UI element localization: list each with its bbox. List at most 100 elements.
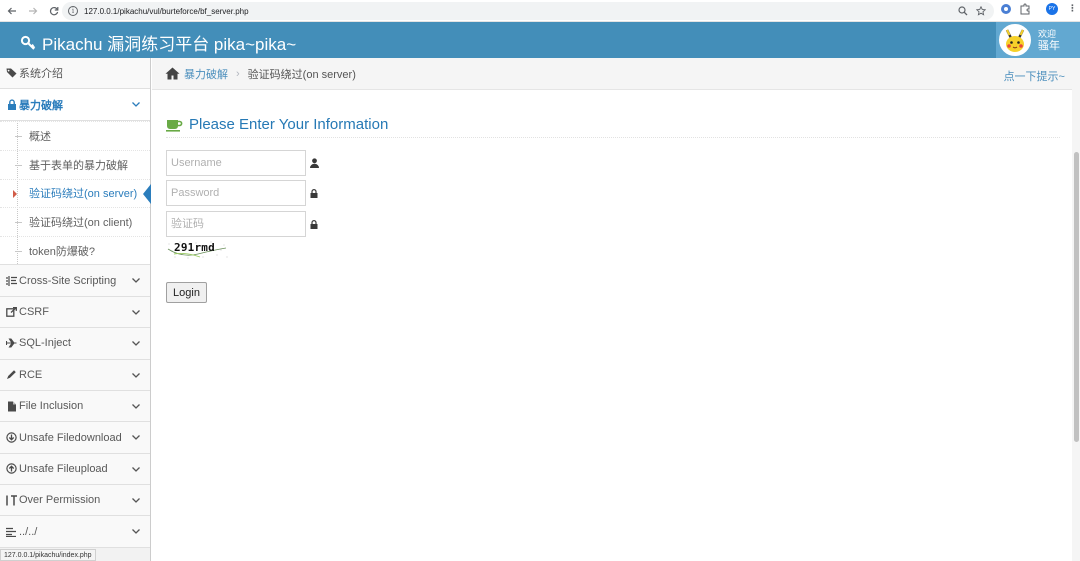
sidebar-item-label: ../../ <box>19 525 38 538</box>
login-button[interactable]: Login <box>166 282 207 303</box>
breadcrumb-current: 验证码绕过(on server) <box>247 68 356 81</box>
tree-dash <box>15 222 22 224</box>
tag-icon <box>5 67 18 79</box>
pikachu-avatar-icon <box>1001 26 1029 54</box>
tree-dash <box>15 164 22 166</box>
breadcrumb-separator: › <box>236 67 240 80</box>
bruteforce-submenu: 概述 基于表单的暴力破解 验证码绕过(on server) 验证码绕过(on c… <box>0 121 151 266</box>
sidebar-subitem-label: 基于表单的暴力破解 <box>29 159 128 172</box>
sidebar-item-file-inclusion[interactable]: File Inclusion <box>0 390 150 423</box>
captcha-input[interactable] <box>166 211 306 237</box>
extensions-button[interactable] <box>1019 3 1031 15</box>
star-icon[interactable] <box>976 6 986 16</box>
zoom-icon[interactable] <box>958 6 968 16</box>
arrow-right-icon <box>29 7 38 14</box>
sidebar-subitem-token[interactable]: token防爆破? <box>0 235 150 265</box>
tree-dash <box>15 250 22 252</box>
arrow-left-icon <box>7 7 16 14</box>
page-scrollbar[interactable] <box>1072 58 1080 561</box>
chevron-down-icon <box>132 372 140 378</box>
browser-toolbar: i 127.0.0.1/pikachu/vul/burteforce/bf_se… <box>0 0 1080 22</box>
sidebar-item-label: Cross-Site Scripting <box>19 274 117 287</box>
sidebar: 系统介绍 暴力破解 概述 基于表单的暴力破解 验证码绕过(on server) … <box>0 58 151 561</box>
extension-circle-icon <box>1001 4 1011 14</box>
chevron-down-icon <box>132 341 140 347</box>
address-bar[interactable]: i 127.0.0.1/pikachu/vul/burteforce/bf_se… <box>62 2 994 20</box>
sidebar-item-sqli[interactable]: SQL-Inject <box>0 328 150 360</box>
hint-link[interactable]: 点一下提示~ <box>1004 68 1065 84</box>
sidebar-item-unsafe-fileupload[interactable]: Unsafe Fileupload <box>0 453 150 486</box>
active-pointer <box>143 183 151 204</box>
username-text: 骚年 <box>1038 40 1060 52</box>
chevron-down-icon <box>132 102 140 108</box>
sidebar-subitem-form-bruteforce[interactable]: 基于表单的暴力破解 <box>0 149 150 179</box>
text-cursor-icon <box>5 494 18 506</box>
home-icon[interactable] <box>165 67 180 80</box>
site-header: Pikachu 漏洞练习平台 pika~pika~ 欢迎 骚年 <box>0 22 1080 58</box>
reload-icon <box>49 6 59 15</box>
sidebar-item-intro[interactable]: 系统介绍 <box>0 58 150 90</box>
chevron-down-icon <box>132 498 140 504</box>
forward-button[interactable] <box>24 2 42 20</box>
captcha-row <box>166 211 326 237</box>
chevron-down-icon <box>132 466 140 472</box>
chevron-down-icon <box>132 529 140 535</box>
sidebar-item-csrf[interactable]: CSRF <box>0 296 150 329</box>
key-icon <box>20 35 36 50</box>
user-icon <box>309 158 319 168</box>
list-icon <box>5 275 18 287</box>
sidebar-subitem-label: token防爆破? <box>29 245 96 258</box>
plane-icon <box>5 337 18 349</box>
captcha-image[interactable]: 291rmd <box>166 240 230 260</box>
back-button[interactable] <box>3 2 21 20</box>
sidebar-item-dotdot[interactable]: ../../ <box>0 516 150 548</box>
lock-icon <box>309 188 319 198</box>
user-menu[interactable]: 欢迎 骚年 <box>996 22 1080 58</box>
avatar <box>999 24 1031 56</box>
site-brand[interactable]: Pikachu 漏洞练习平台 pika~pika~ <box>20 30 296 55</box>
page-header: Please Enter Your Information <box>166 112 1060 138</box>
scrollbar-thumb[interactable] <box>1074 152 1079 442</box>
align-left-icon <box>5 526 18 538</box>
password-input[interactable] <box>166 180 306 206</box>
active-caret-icon <box>13 189 17 198</box>
user-greeting: 欢迎 骚年 <box>1038 28 1060 52</box>
pencil-icon <box>5 369 18 381</box>
download-circle-icon <box>5 432 18 444</box>
sidebar-item-rce[interactable]: RCE <box>0 359 150 391</box>
page-title: Please Enter Your Information <box>189 116 389 133</box>
browser-menu-icon[interactable]: ⋮ <box>1068 3 1077 14</box>
profile-badge[interactable]: PY <box>1046 3 1058 15</box>
username-row <box>166 150 326 176</box>
greeting-text: 欢迎 <box>1038 29 1057 39</box>
reload-button[interactable] <box>45 2 63 20</box>
sidebar-subitem-captcha-client[interactable]: 验证码绕过(on client) <box>0 207 150 236</box>
site-info-icon[interactable]: i <box>68 6 78 16</box>
sidebar-item-label: Over Permission <box>19 494 101 507</box>
sidebar-subitem-captcha-server[interactable]: 验证码绕过(on server) <box>0 178 151 208</box>
captcha-text: 291rmd <box>174 241 215 254</box>
chevron-down-icon <box>132 278 140 284</box>
lock-icon <box>5 99 18 111</box>
extension-icon[interactable] <box>1000 3 1012 15</box>
sidebar-item-over-permission[interactable]: Over Permission <box>0 485 150 517</box>
lock-icon <box>309 219 319 229</box>
password-row <box>166 180 326 206</box>
sidebar-item-bruteforce[interactable]: 暴力破解 <box>0 89 150 122</box>
sidebar-item-unsafe-filedownload[interactable]: Unsafe Filedownload <box>0 422 150 454</box>
chevron-down-icon <box>132 309 140 315</box>
sidebar-subitem-label: 验证码绕过(on client) <box>29 216 133 229</box>
tree-dash <box>15 136 22 138</box>
sidebar-item-xss[interactable]: Cross-Site Scripting <box>0 265 150 297</box>
address-url: 127.0.0.1/pikachu/vul/burteforce/bf_serv… <box>84 6 249 16</box>
sidebar-item-label: CSRF <box>19 305 49 318</box>
chevron-down-icon <box>132 435 140 441</box>
username-input[interactable] <box>166 150 306 176</box>
sidebar-item-label: SQL-Inject <box>19 337 71 350</box>
file-icon <box>5 400 18 412</box>
share-icon <box>5 306 18 318</box>
sidebar-subitem-overview[interactable]: 概述 <box>0 121 150 150</box>
breadcrumb-link-bruteforce[interactable]: 暴力破解 <box>184 66 228 82</box>
sidebar-subitem-label: 验证码绕过(on server) <box>29 188 138 201</box>
sidebar-item-label: RCE <box>19 368 43 381</box>
